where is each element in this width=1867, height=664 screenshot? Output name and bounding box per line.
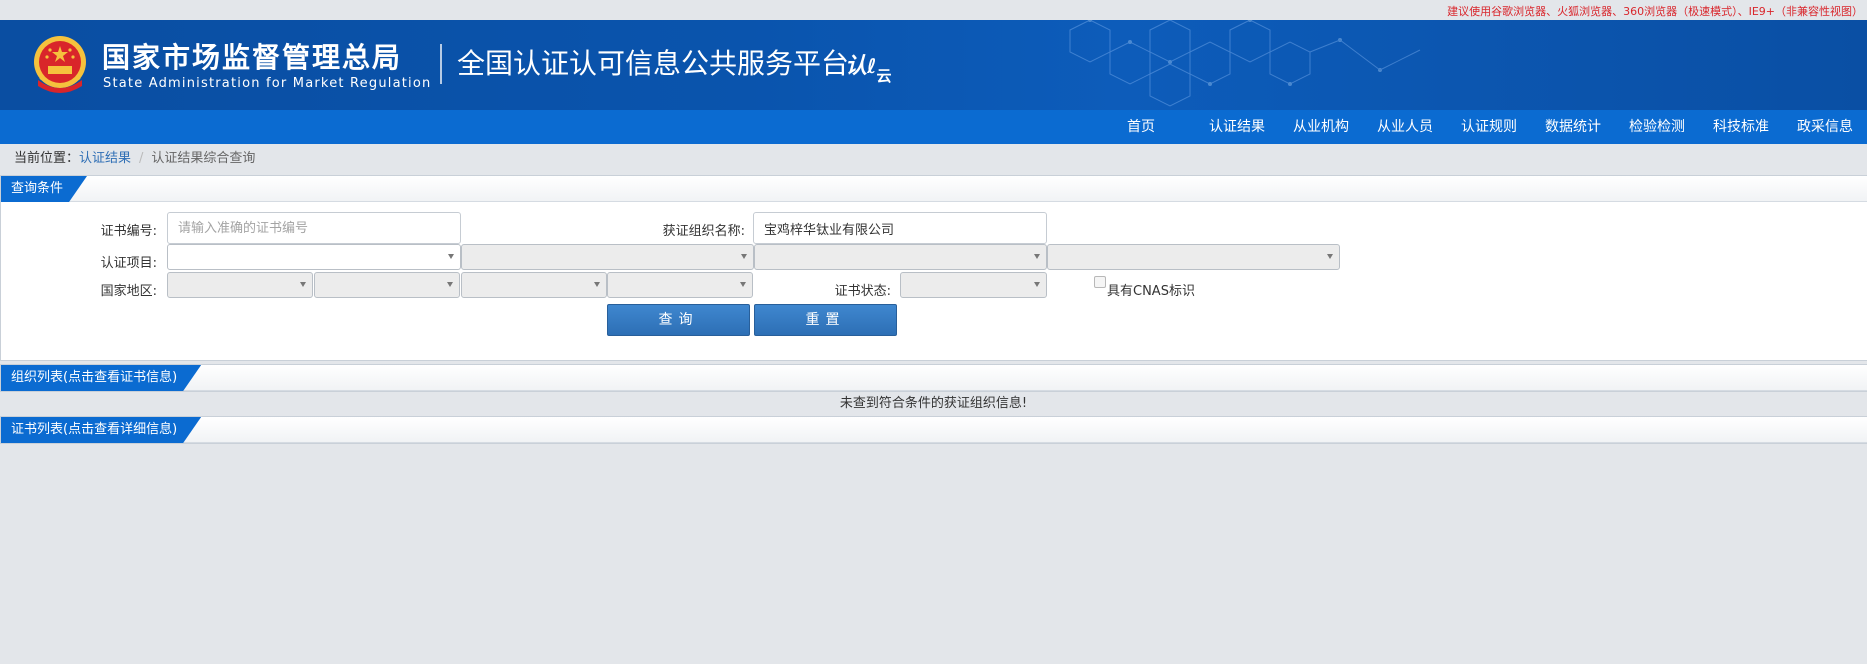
- nav-item-cert-results[interactable]: 认证结果: [1195, 110, 1279, 144]
- main-navbar: 首页 认证结果 从业机构 从业人员 认证规则 数据统计 检验检测 科技标准 政采…: [0, 110, 1867, 144]
- cnas-label: 具有CNAS标识: [1107, 284, 1195, 299]
- query-panel-header: 查询条件: [1, 176, 1867, 202]
- breadcrumb-separator: /: [139, 151, 144, 166]
- cert-list-header: 证书列表(点击查看详细信息): [1, 417, 1867, 443]
- search-button[interactable]: 查询: [607, 304, 750, 336]
- platform-title: 全国认证认可信息公共服务平台: [457, 47, 850, 80]
- cloud-logo-main: 认: [845, 54, 868, 79]
- cloud-logo: 认ℓ云: [845, 54, 892, 85]
- project-label: 认证项目:: [100, 256, 157, 271]
- breadcrumb-current: 认证结果综合查询: [151, 151, 256, 166]
- chevron-down-icon: [300, 282, 306, 287]
- region-select-3[interactable]: [461, 272, 607, 298]
- hexagon-pattern-icon: [1069, 20, 1421, 107]
- org-list-header: 组织列表(点击查看证书信息): [1, 365, 1867, 391]
- nav-item-statistics[interactable]: 数据统计: [1531, 110, 1615, 144]
- org-list-title: 组织列表(点击查看证书信息): [1, 365, 201, 391]
- org-name-input[interactable]: [753, 212, 1047, 244]
- cert-list-title: 证书列表(点击查看详细信息): [1, 417, 201, 443]
- nav-item-inspection[interactable]: 检验检测: [1615, 110, 1699, 144]
- cnas-checkbox[interactable]: [1094, 276, 1106, 288]
- org-list-empty-message: 未查到符合条件的获证组织信息!: [839, 396, 1028, 411]
- agency-name-cn: 国家市场监督管理总局: [102, 41, 403, 74]
- region-select-1[interactable]: [167, 272, 313, 298]
- nav-item-home[interactable]: 首页: [1113, 110, 1195, 144]
- breadcrumb-prefix: 当前位置：: [14, 151, 80, 166]
- project-select-4[interactable]: [1047, 244, 1340, 270]
- cloud-logo-sub: 云: [876, 67, 892, 85]
- region-label: 国家地区:: [100, 284, 157, 299]
- agency-name-en: State Administration for Market Regulati…: [103, 76, 432, 91]
- chevron-down-icon: [448, 254, 454, 259]
- project-select-2[interactable]: [461, 244, 754, 270]
- cert-no-label: 证书编号:: [100, 224, 157, 239]
- header-divider: [440, 44, 442, 84]
- chevron-down-icon: [447, 282, 453, 287]
- status-label: 证书状态:: [834, 284, 891, 299]
- region-select-2[interactable]: [314, 272, 460, 298]
- org-list-panel: 组织列表(点击查看证书信息): [0, 364, 1867, 392]
- top-notice-bar: 建议使用谷歌浏览器、火狐浏览器、360浏览器（极速模式）、IE9+（非兼容性视图…: [0, 0, 1867, 20]
- chevron-down-icon: [1327, 254, 1333, 259]
- browser-notice: 建议使用谷歌浏览器、火狐浏览器、360浏览器（极速模式）、IE9+（非兼容性视图…: [1447, 5, 1863, 18]
- org-name-label: 获证组织名称:: [662, 224, 745, 239]
- nav-item-cert-rules[interactable]: 认证规则: [1447, 110, 1531, 144]
- chevron-down-icon: [1034, 254, 1040, 259]
- nav-item-institutions[interactable]: 从业机构: [1279, 110, 1363, 144]
- region-select-4[interactable]: [607, 272, 753, 298]
- nav-item-tech-standards[interactable]: 科技标准: [1699, 110, 1783, 144]
- header-banner: 国家市场监督管理总局 State Administration for Mark…: [0, 20, 1867, 110]
- project-select-3[interactable]: [754, 244, 1047, 270]
- chevron-down-icon: [741, 254, 747, 259]
- project-select-1[interactable]: [167, 244, 461, 270]
- reset-button[interactable]: 重置: [754, 304, 897, 336]
- chevron-down-icon: [740, 282, 746, 287]
- chevron-down-icon: [1034, 282, 1040, 287]
- nav-item-personnel[interactable]: 从业人员: [1363, 110, 1447, 144]
- status-select[interactable]: [900, 272, 1047, 298]
- breadcrumb: 当前位置：认证结果 / 认证结果综合查询: [0, 144, 1867, 174]
- query-section-title: 查询条件: [1, 176, 87, 202]
- national-emblem-icon: [34, 36, 86, 93]
- cert-list-panel: 证书列表(点击查看详细信息): [0, 416, 1867, 444]
- query-panel: 查询条件 证书编号: 获证组织名称: 认证项目: 国家地区: 证书状态: 具有C…: [0, 175, 1867, 361]
- cert-no-input[interactable]: [167, 212, 461, 244]
- chevron-down-icon: [594, 282, 600, 287]
- nav-item-procurement[interactable]: 政采信息: [1783, 110, 1867, 144]
- breadcrumb-link[interactable]: 认证结果: [79, 151, 131, 166]
